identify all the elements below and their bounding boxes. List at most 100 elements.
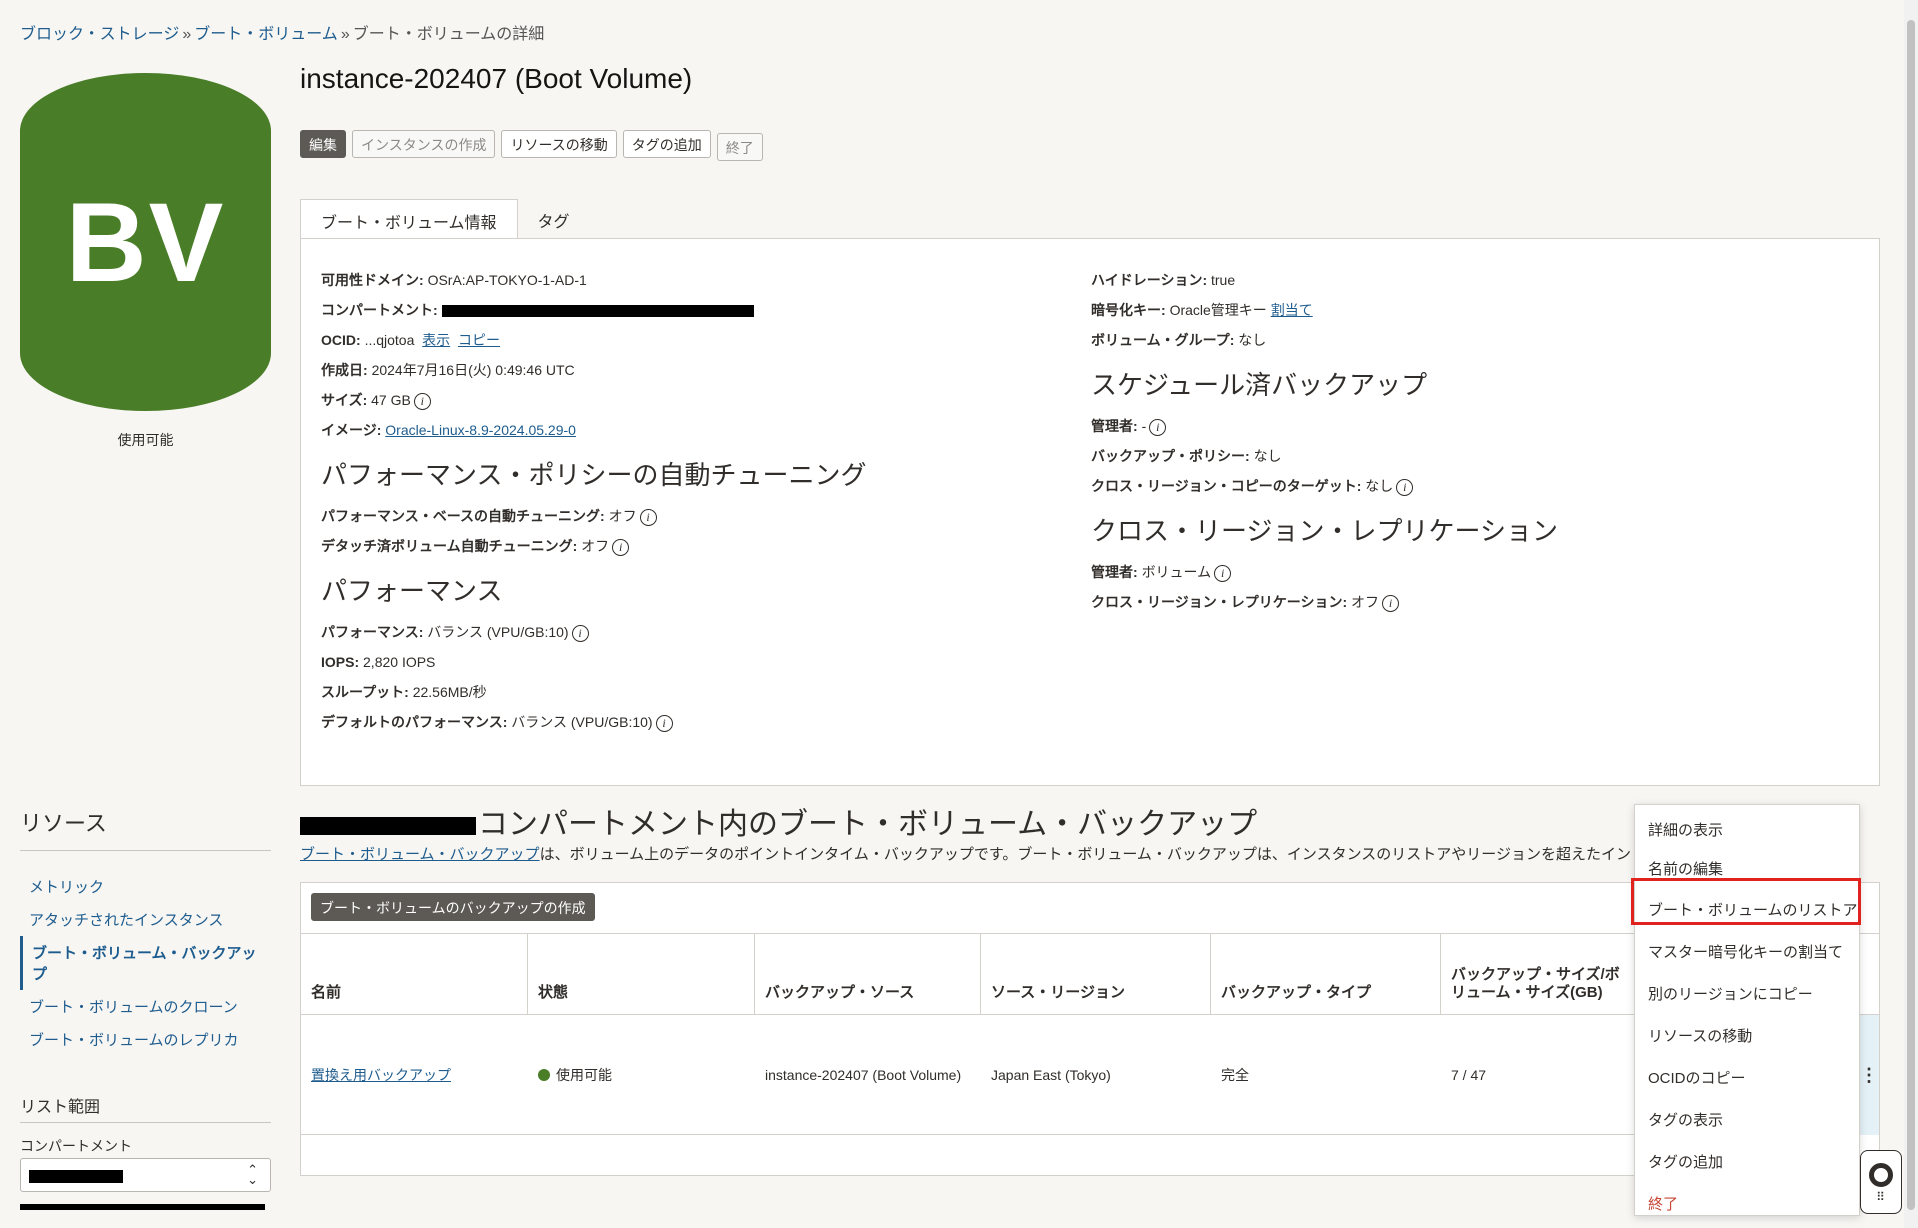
column-header-region[interactable]: ソース・リージョン [981, 934, 1211, 1014]
scrollbar-thumb[interactable] [1907, 20, 1915, 1210]
ocid-value: ...qjotoa [364, 332, 415, 348]
hydration-row: ハイドレーション: true [1091, 265, 1851, 295]
column-header-status[interactable]: 状態 [528, 934, 755, 1014]
info-icon[interactable]: i [612, 538, 630, 556]
image-link[interactable]: Oracle-Linux-8.9-2024.05.29-0 [385, 422, 576, 438]
list-scope-title: リスト範囲 [20, 1099, 101, 1116]
size-value: 47 GB [371, 392, 411, 408]
throughput-value: 22.56MB/秒 [412, 684, 487, 700]
create-backup-button[interactable]: ブート・ボリュームのバックアップの作成 [311, 893, 595, 921]
availability-domain-row: 可用性ドメイン: OSrA:AP-TOKYO-1-AD-1 [321, 265, 1081, 295]
lifebuoy-icon [1869, 1163, 1893, 1187]
throughput-label: スループット: [321, 684, 409, 700]
detached-autotune-row: デタッチ済ボリューム自動チューニング: オフ i [321, 531, 1081, 561]
tab-boot-volume-info[interactable]: ブート・ボリューム情報 [300, 199, 518, 239]
menu-item-assign-master-key[interactable]: マスター暗号化キーの割当て [1648, 941, 1843, 962]
column-header-source[interactable]: バックアップ・ソース [755, 934, 981, 1014]
redacted-compartment [300, 817, 476, 836]
info-icon[interactable]: i [1396, 478, 1414, 496]
column-header-name[interactable]: 名前 [301, 934, 528, 1014]
cell-region: Japan East (Tokyo) [991, 1067, 1111, 1083]
menu-item-view-details[interactable]: 詳細の表示 [1648, 819, 1723, 840]
availability-domain-label: 可用性ドメイン: [321, 272, 424, 288]
encryption-value: Oracle管理キー [1169, 302, 1267, 318]
iops-row: IOPS: 2,820 IOPS [321, 647, 1081, 677]
backup-policy-label: バックアップ・ポリシー: [1091, 448, 1250, 464]
replication-value: オフ [1351, 594, 1379, 610]
ocid-copy-link[interactable]: コピー [458, 332, 500, 348]
create-instance-button[interactable]: インスタンスの作成 [352, 130, 496, 158]
sched-manager-label: 管理者: [1091, 418, 1138, 434]
backups-doc-link[interactable]: ブート・ボリューム・バックアップ [300, 846, 540, 863]
resources-item-replicas[interactable]: ブート・ボリュームのレプリカ [20, 1023, 271, 1056]
repl-manager-row: 管理者: ボリューム i [1091, 557, 1851, 587]
menu-item-view-tags[interactable]: タグの表示 [1648, 1109, 1723, 1130]
row-actions-kebab-icon[interactable]: ⋮ [1859, 1015, 1879, 1135]
info-icon[interactable]: i [1214, 564, 1232, 582]
perf-autotune-label: パフォーマンス・ベースの自動チューニング: [321, 508, 605, 524]
menu-item-move-resource[interactable]: リソースの移動 [1648, 1025, 1752, 1046]
add-tag-button[interactable]: タグの追加 [622, 130, 711, 158]
size-row: サイズ: 47 GB i [321, 385, 1081, 415]
detail-tabs: ブート・ボリューム情報 タグ [300, 199, 590, 241]
edit-button[interactable]: 編集 [300, 130, 346, 158]
redacted-compartment [29, 1170, 123, 1183]
backups-description: ブート・ボリューム・バックアップは、ボリューム上のデータのポイントインタイム・バ… [300, 843, 1630, 864]
backup-name-link[interactable]: 置換え用バックアップ [311, 1065, 451, 1085]
breadcrumb: ブロック・ストレージ» ブート・ボリューム» ブート・ボリュームの詳細 [20, 20, 544, 44]
resources-item-clones[interactable]: ブート・ボリュームのクローン [20, 990, 271, 1023]
menu-item-edit-name[interactable]: 名前の編集 [1648, 858, 1723, 879]
created-value: 2024年7月16日(火) 0:49:46 UTC [371, 362, 575, 378]
page-scrollbar[interactable] [1904, 0, 1918, 1228]
column-header-size[interactable]: バックアップ・サイズ/ボリューム・サイズ(GB) [1441, 934, 1641, 1014]
encryption-row: 暗号化キー: Oracle管理キー 割当て [1091, 295, 1851, 325]
info-icon[interactable]: i [571, 624, 589, 642]
ocid-row: OCID: ...qjotoa 表示 コピー [321, 325, 1081, 355]
cell-name: 置換え用バックアップ [301, 1015, 528, 1135]
help-widget[interactable]: ⠿ [1860, 1150, 1902, 1214]
tab-tags[interactable]: タグ [518, 199, 590, 241]
info-left-column: 可用性ドメイン: OSrA:AP-TOKYO-1-AD-1 コンパートメント: … [321, 265, 1081, 737]
menu-item-restore-boot-volume[interactable]: ブート・ボリュームのリストア [1648, 899, 1858, 920]
breadcrumb-block-storage[interactable]: ブロック・ストレージ [20, 26, 179, 43]
detached-autotune-value: オフ [581, 538, 610, 554]
resources-item-backups[interactable]: ブート・ボリューム・バックアップ [20, 936, 271, 990]
compartment-select[interactable]: ⌃ ⌄ [20, 1158, 271, 1192]
resources-item-attached-instances[interactable]: アタッチされたインスタンス [20, 903, 271, 936]
breadcrumb-boot-volumes[interactable]: ブート・ボリューム [194, 26, 338, 43]
info-icon[interactable]: i [1382, 594, 1399, 612]
backup-status: 使用可能 [556, 1067, 612, 1083]
volume-group-row: ボリューム・グループ: なし [1091, 325, 1851, 355]
info-icon[interactable]: i [639, 508, 657, 526]
select-chevron-icon: ⌃ ⌄ [247, 1162, 258, 1187]
breadcrumb-separator: » [340, 26, 350, 43]
sched-manager-value: - [1141, 418, 1147, 434]
menu-item-copy-to-region[interactable]: 別のリージョンにコピー [1648, 983, 1813, 1004]
badge-status: 使用可能 [117, 432, 174, 448]
resources-item-metrics[interactable]: メトリック [20, 870, 271, 903]
cell-size: 7 / 47 [1451, 1067, 1487, 1083]
menu-item-copy-ocid[interactable]: OCIDのコピー [1648, 1067, 1746, 1088]
compartment-select-label: コンパートメント [20, 1138, 132, 1154]
terminate-button[interactable]: 終了 [716, 133, 763, 161]
menu-item-add-tags[interactable]: タグの追加 [1648, 1151, 1723, 1172]
resources-title: リソース [20, 811, 107, 836]
iops-label: IOPS: [321, 654, 360, 670]
info-icon[interactable]: i [1149, 418, 1167, 436]
column-header-type[interactable]: バックアップ・タイプ [1211, 934, 1441, 1014]
perf-autotune-value: オフ [608, 508, 637, 524]
encryption-label: 暗号化キー: [1091, 302, 1166, 318]
cell-source: instance-202407 (Boot Volume) [765, 1067, 962, 1083]
volume-group-value: なし [1238, 332, 1267, 348]
encryption-assign-link[interactable]: 割当て [1271, 302, 1313, 318]
ocid-show-link[interactable]: 表示 [422, 332, 450, 348]
iops-value: 2,820 IOPS [363, 654, 436, 670]
info-icon[interactable]: i [413, 392, 431, 410]
compartment-row: コンパートメント: [321, 295, 1081, 325]
divider [20, 1122, 271, 1123]
move-resource-button[interactable]: リソースの移動 [501, 130, 617, 158]
menu-item-terminate[interactable]: 終了 [1648, 1193, 1678, 1214]
breadcrumb-current: ブート・ボリュームの詳細 [352, 26, 545, 43]
ocid-label: OCID: [321, 332, 361, 348]
info-icon[interactable]: i [655, 714, 673, 732]
